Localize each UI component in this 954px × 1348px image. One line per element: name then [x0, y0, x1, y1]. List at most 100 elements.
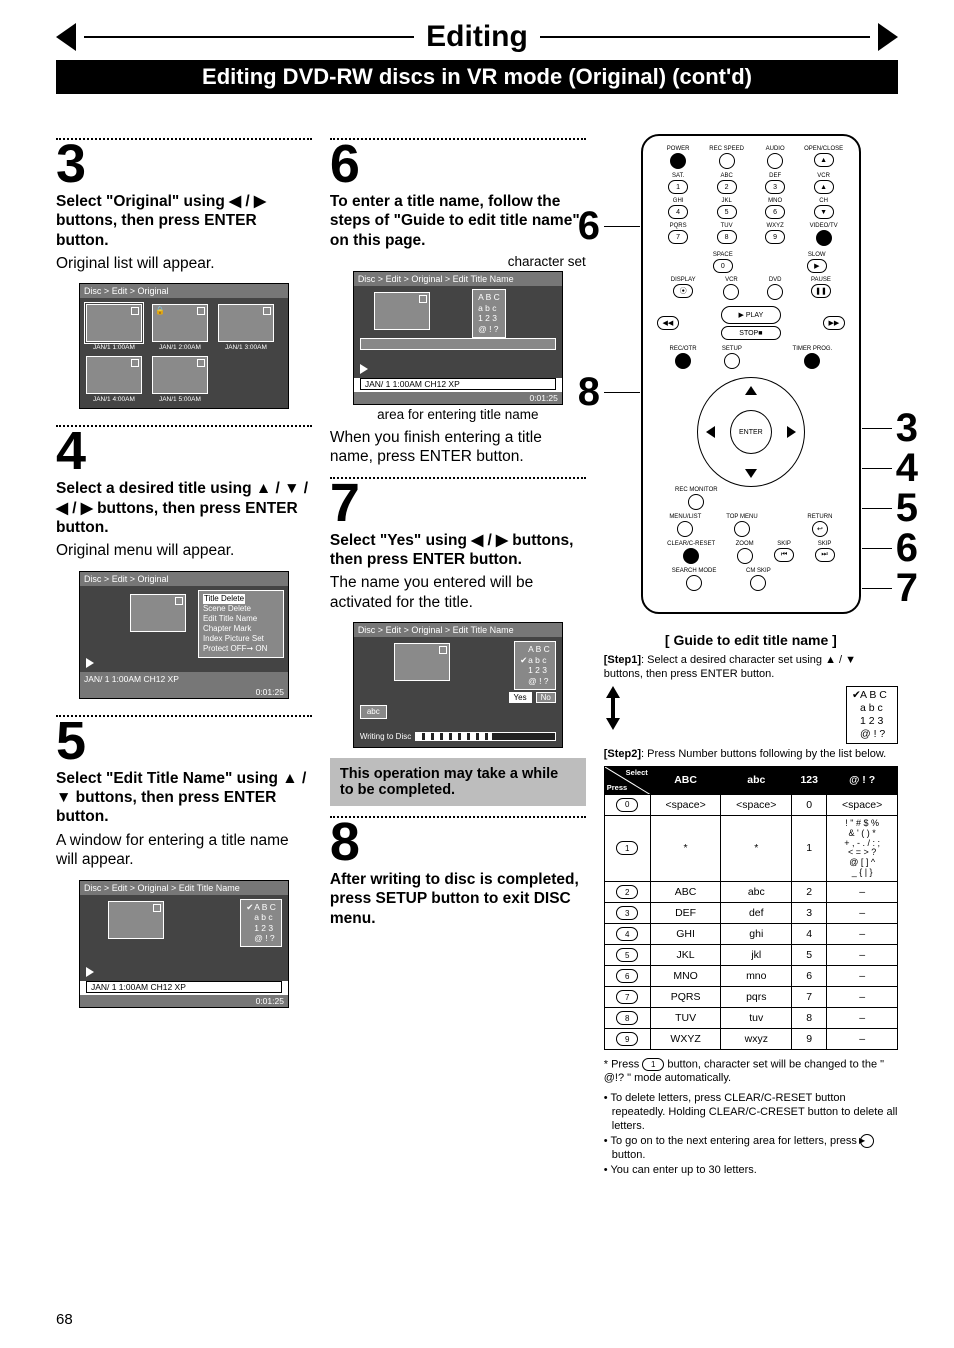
- remote-label: REC/OTR: [670, 346, 697, 352]
- table-key-cell: 4: [604, 924, 650, 945]
- table-key-cell: 2: [604, 882, 650, 903]
- key-right-icon: ▶: [860, 1134, 874, 1148]
- callout-6: 6: [578, 204, 640, 249]
- osd-timecode: 0:01:25: [80, 686, 288, 698]
- column-left: 3 Select "Original" using ◀ / ▶ buttons,…: [56, 134, 312, 1024]
- charset-row: a b c: [528, 655, 546, 665]
- step-body: The name you entered will be activated f…: [330, 573, 586, 612]
- column-right: POWER REC SPEED AUDIO OPEN/CLOSE▲ SAT.1 …: [604, 134, 898, 1178]
- remote-label: SLOW: [808, 252, 826, 258]
- osd-entry-text: abc: [360, 705, 387, 719]
- remote-label: MENU/LIST: [669, 514, 701, 520]
- table-cell: 5: [792, 945, 827, 966]
- step-number: 7: [330, 481, 586, 527]
- remote-num-1: 1: [668, 180, 688, 194]
- step-body: Original menu will appear.: [56, 541, 312, 560]
- remote-ff: ▶▶: [823, 316, 845, 330]
- table-cell: 0: [792, 794, 827, 815]
- table-cell: –: [827, 1029, 898, 1050]
- menu-item: Scene Delete: [203, 604, 279, 614]
- osd-breadcrumb: Disc > Edit > Original: [80, 572, 288, 586]
- osd-breadcrumb: Disc > Edit > Original > Edit Title Name: [354, 623, 562, 637]
- remote-rew: ◀◀: [657, 316, 679, 330]
- table-cell: 6: [792, 966, 827, 987]
- remote-label: SAT.: [672, 173, 684, 179]
- remote-label: SKIP: [818, 541, 832, 547]
- remote-num-2: 2: [717, 180, 737, 194]
- table-key-cell: 5: [604, 945, 650, 966]
- menu-item: Chapter Mark: [203, 624, 279, 634]
- table-key-cell: 7: [604, 987, 650, 1008]
- remote-label: VCR: [725, 277, 738, 283]
- table-header: @ ! ?: [827, 766, 898, 794]
- osd-context-menu: Title Delete Scene Delete Edit Title Nam…: [198, 590, 284, 658]
- osd-entry-field: JAN/ 1 1:00AM CH12 XP: [86, 981, 282, 993]
- remote-ch-down: ▼: [814, 205, 834, 219]
- remote-label: VCR: [817, 173, 830, 179]
- step-number: 5: [56, 719, 312, 765]
- table-cell: ! " # $ % & ' ( ) * + , - . / : ; < = > …: [827, 815, 898, 881]
- remote-label: ABC: [720, 173, 732, 179]
- table-cell: –: [827, 966, 898, 987]
- step-label: [Step1]: [604, 654, 641, 666]
- callout-6r: 6: [862, 526, 918, 571]
- osd-breadcrumb: Disc > Edit > Original > Edit Title Name: [354, 272, 562, 286]
- remote-setup: [724, 353, 740, 369]
- osd-breadcrumb: Disc > Edit > Original > Edit Title Name: [80, 881, 288, 895]
- remote-vcr: [723, 284, 739, 300]
- remote-label: MNO: [768, 198, 782, 204]
- remote-pause: ❚❚: [811, 284, 831, 298]
- step-tail: When you finish entering a title name, p…: [330, 428, 586, 467]
- remote-num-8: 8: [717, 230, 737, 244]
- guide-charset-box: ✔A B C a b c 1 2 3 @ ! ?: [846, 686, 898, 745]
- remote-label: AUDIO: [766, 146, 785, 152]
- remote-vcr-up: ▲: [814, 180, 834, 194]
- thumb-caption: JAN/1 5:00AM: [153, 396, 207, 403]
- table-cell: –: [827, 987, 898, 1008]
- remote-return: ↩: [812, 521, 828, 537]
- note-box: This operation may take a while to be co…: [330, 758, 586, 806]
- remote-label: REC SPEED: [709, 146, 744, 152]
- menu-item: Protect OFF➞ ON: [203, 644, 279, 654]
- table-cell: PQRS: [650, 987, 721, 1008]
- table-cell: DEF: [650, 903, 721, 924]
- charset-row: @ ! ?: [254, 933, 274, 943]
- remote-num-7: 7: [668, 230, 688, 244]
- charset-row: @ ! ?: [528, 676, 548, 686]
- charset-row: 1 2 3: [860, 715, 883, 727]
- remote-slow: ▶: [807, 259, 827, 273]
- remote-label: JKL: [721, 198, 731, 204]
- remote-recspeed: [719, 153, 735, 169]
- guide-step2: [Step2]: Press Number buttons following …: [604, 748, 898, 762]
- step-number: 8: [330, 820, 586, 866]
- remote-label: REC MONITOR: [675, 487, 718, 493]
- table-cell: MNO: [650, 966, 721, 987]
- remote-label: ZOOM: [736, 541, 754, 547]
- table-cell: –: [827, 903, 898, 924]
- step-heading: Select a desired title using ▲ / ▼ / ◀ /…: [56, 479, 312, 537]
- remote-recmon: [688, 494, 704, 510]
- charset-row: A B C: [528, 644, 550, 654]
- osd-confirm-write: Disc > Edit > Original > Edit Title Name…: [353, 622, 563, 748]
- remote-enter: ENTER: [730, 410, 772, 454]
- play-label: PLAY: [746, 312, 763, 319]
- table-cell: def: [721, 903, 792, 924]
- remote-label: CLEAR/C-RESET: [667, 541, 715, 547]
- remote-display: ⦿: [673, 284, 693, 298]
- menu-item: Edit Title Name: [203, 614, 279, 624]
- step-label: [Step2]: [604, 748, 641, 760]
- remote-stop: STOP ■: [721, 326, 781, 340]
- step-heading: Select "Yes" using ◀ / ▶ buttons, then p…: [330, 531, 586, 570]
- osd-timecode: 0:01:25: [80, 995, 288, 1007]
- guide-bullets: To delete letters, press CLEAR/C-RESET b…: [604, 1092, 898, 1177]
- osd-footer: JAN/ 1 1:00AM CH12 XP: [80, 672, 288, 686]
- table-cell: –: [827, 1008, 898, 1029]
- caption-charset: character set: [330, 254, 586, 269]
- remote-label: CM SKIP: [746, 568, 771, 574]
- table-cell: GHI: [650, 924, 721, 945]
- thumb-caption: JAN/1 3:00AM: [219, 344, 273, 351]
- table-header: ABC: [650, 766, 721, 794]
- osd-progress: Writing to Disc: [360, 732, 556, 741]
- remote-label: SETUP: [722, 346, 742, 352]
- table-cell: <space>: [721, 794, 792, 815]
